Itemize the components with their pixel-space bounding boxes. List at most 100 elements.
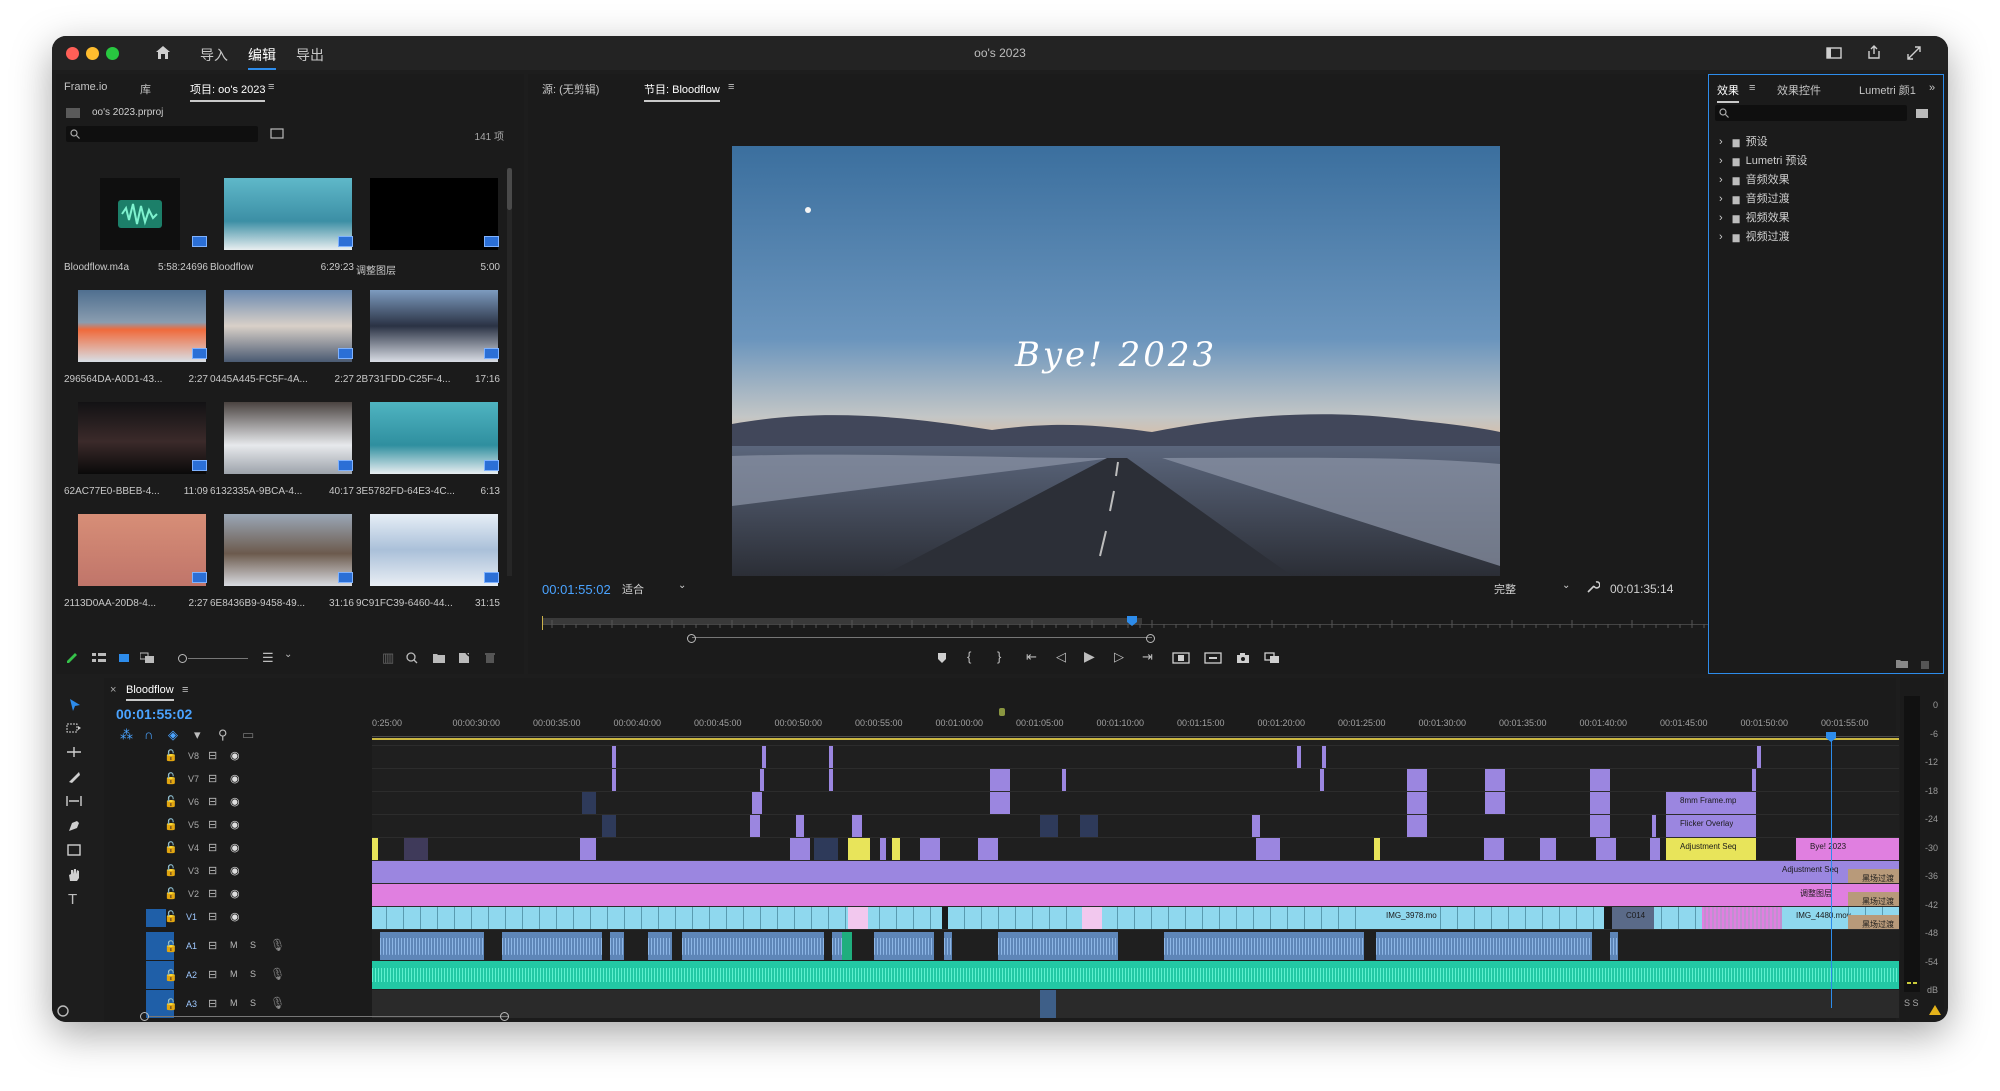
- clip-cut-line[interactable]: [845, 907, 846, 929]
- audio-clip-a1[interactable]: [874, 932, 934, 960]
- timeline-menu-icon[interactable]: ≡: [182, 684, 188, 696]
- clip-cut-line[interactable]: [896, 907, 897, 929]
- hand-tool-icon[interactable]: [67, 868, 81, 882]
- clip-cut-line[interactable]: [1457, 907, 1458, 929]
- clip-cut-line[interactable]: [1185, 907, 1186, 929]
- tab-project[interactable]: 项目: oo's 2023: [190, 81, 266, 102]
- clip-cut-line[interactable]: [1287, 907, 1288, 929]
- clip-cut-line[interactable]: [471, 907, 472, 929]
- timeline-clip[interactable]: [1596, 838, 1616, 860]
- timeline-clip[interactable]: [1322, 746, 1326, 768]
- clip-cut-line[interactable]: [1474, 907, 1475, 929]
- zoom-slider[interactable]: [178, 654, 250, 663]
- fullscreen-icon[interactable]: [1906, 45, 1922, 61]
- solo-button[interactable]: S: [250, 969, 256, 979]
- lock-icon[interactable]: 🔓: [164, 818, 178, 831]
- expand-chevron-icon[interactable]: ›: [1719, 136, 1723, 148]
- timeline-marker-icon[interactable]: ▾: [194, 728, 201, 741]
- clip-cut-line[interactable]: [1576, 907, 1577, 929]
- clip-v1-sequence[interactable]: [372, 907, 1899, 929]
- clip-cut-line[interactable]: [964, 907, 965, 929]
- solo-button[interactable]: S: [250, 998, 256, 1008]
- audio-clip-a1[interactable]: [610, 932, 624, 960]
- warning-icon[interactable]: [1928, 1004, 1942, 1016]
- sync-lock-icon[interactable]: ⊟: [208, 910, 217, 923]
- program-scrub-bar[interactable]: [542, 612, 1736, 632]
- eye-icon[interactable]: ◉: [230, 749, 240, 762]
- audio-clip-a1[interactable]: [1376, 932, 1592, 960]
- timeline-clip[interactable]: [1040, 815, 1058, 837]
- timeline-clip[interactable]: [848, 838, 870, 860]
- linked-selection-icon[interactable]: ◈: [168, 728, 178, 741]
- clip-cut-line[interactable]: [505, 907, 506, 929]
- eye-icon[interactable]: ◉: [230, 887, 240, 900]
- mute-button[interactable]: M: [230, 998, 238, 1008]
- timeline-clip[interactable]: [612, 746, 616, 768]
- video-track-header[interactable]: 🔓 V6 ⊟ ◉: [104, 792, 304, 814]
- timeline-ruler[interactable]: 0:25:00 00:00:30:00 00:00:35:00 00:00:40:00…: [372, 708, 1919, 740]
- mute-button[interactable]: M: [230, 940, 238, 950]
- project-item-thumbnail[interactable]: [224, 290, 352, 362]
- go-to-in-icon[interactable]: ⇤: [1026, 650, 1037, 663]
- clip-cut-line[interactable]: [1661, 907, 1662, 929]
- voiceover-mic-icon[interactable]: 🎙: [270, 938, 285, 952]
- timeline-clip[interactable]: [1650, 838, 1660, 860]
- clip-cut-line[interactable]: [913, 907, 914, 929]
- lock-icon[interactable]: 🔓: [164, 864, 178, 877]
- pencil-icon[interactable]: [66, 652, 78, 664]
- timeline-clip[interactable]: [790, 838, 810, 860]
- timeline-clip[interactable]: [1080, 815, 1098, 837]
- project-item-thumbnail[interactable]: [224, 402, 352, 474]
- sync-lock-icon[interactable]: ⊟: [208, 749, 217, 762]
- step-back-icon[interactable]: ◁: [1056, 650, 1066, 663]
- insert-icon[interactable]: [1172, 652, 1190, 664]
- project-item-thumbnail[interactable]: [100, 178, 180, 250]
- clip-cut-line[interactable]: [1253, 907, 1254, 929]
- clip-cut-line[interactable]: [1032, 907, 1033, 929]
- effects-menu-icon[interactable]: ≡: [1749, 82, 1755, 94]
- tab-timeline-sequence[interactable]: Bloodflow: [126, 684, 174, 701]
- expand-chevron-icon[interactable]: ›: [1719, 212, 1723, 224]
- clip-cut-line[interactable]: [1593, 907, 1594, 929]
- audio-clip-a1[interactable]: [502, 932, 602, 960]
- clip-cut-line[interactable]: [658, 907, 659, 929]
- timeline-timecode[interactable]: 00:01:55:02: [116, 706, 192, 722]
- timeline-clip[interactable]: [752, 792, 762, 814]
- clip-fade-transition-v2[interactable]: 黑场过渡: [1848, 892, 1899, 906]
- find-icon[interactable]: [406, 652, 418, 664]
- video-track-header[interactable]: 🔓 V4 ⊟ ◉: [104, 838, 304, 860]
- timeline-clip[interactable]: [1540, 838, 1556, 860]
- audio-clip-a1[interactable]: [1164, 932, 1364, 960]
- solo-button[interactable]: S: [250, 940, 256, 950]
- icon-view-icon[interactable]: [118, 652, 130, 664]
- program-menu-icon[interactable]: ≡: [728, 81, 734, 93]
- lock-icon[interactable]: 🔓: [164, 841, 178, 854]
- timeline-clip[interactable]: [1407, 769, 1427, 791]
- audio-clip-a1[interactable]: [682, 932, 824, 960]
- clip-cut-line[interactable]: [879, 907, 880, 929]
- mark-in-icon[interactable]: {: [967, 650, 971, 663]
- eye-icon[interactable]: ◉: [230, 841, 240, 854]
- clip-cut-line[interactable]: [1695, 907, 1696, 929]
- lock-icon[interactable]: 🔓: [164, 998, 178, 1011]
- clip-cut-line[interactable]: [1508, 907, 1509, 929]
- sync-lock-icon[interactable]: ⊟: [208, 841, 217, 854]
- clip-cut-line[interactable]: [556, 907, 557, 929]
- audio-clip-a2-music[interactable]: [372, 961, 1899, 989]
- clip-cut-line[interactable]: [1559, 907, 1560, 929]
- step-forward-icon[interactable]: ▷: [1114, 650, 1124, 663]
- project-search-input[interactable]: [66, 126, 258, 142]
- timeline-clip[interactable]: [990, 792, 1010, 814]
- snap-icon[interactable]: ∩: [144, 728, 153, 741]
- clip-cut-line[interactable]: [1525, 907, 1526, 929]
- audio-clip-a1[interactable]: [380, 932, 484, 960]
- clip-cut-line[interactable]: [1049, 907, 1050, 929]
- lock-icon[interactable]: 🔓: [164, 887, 178, 900]
- ripple-edit-tool-icon[interactable]: [66, 746, 82, 758]
- tab-library[interactable]: 库: [140, 81, 151, 97]
- sync-lock-icon[interactable]: ⊟: [208, 887, 217, 900]
- sync-lock-icon[interactable]: ⊟: [208, 997, 217, 1010]
- clip-cut-line[interactable]: [1321, 907, 1322, 929]
- effects-tree-item[interactable]: › ▆ 预设: [1719, 133, 1768, 149]
- sync-lock-icon[interactable]: ⊟: [208, 795, 217, 808]
